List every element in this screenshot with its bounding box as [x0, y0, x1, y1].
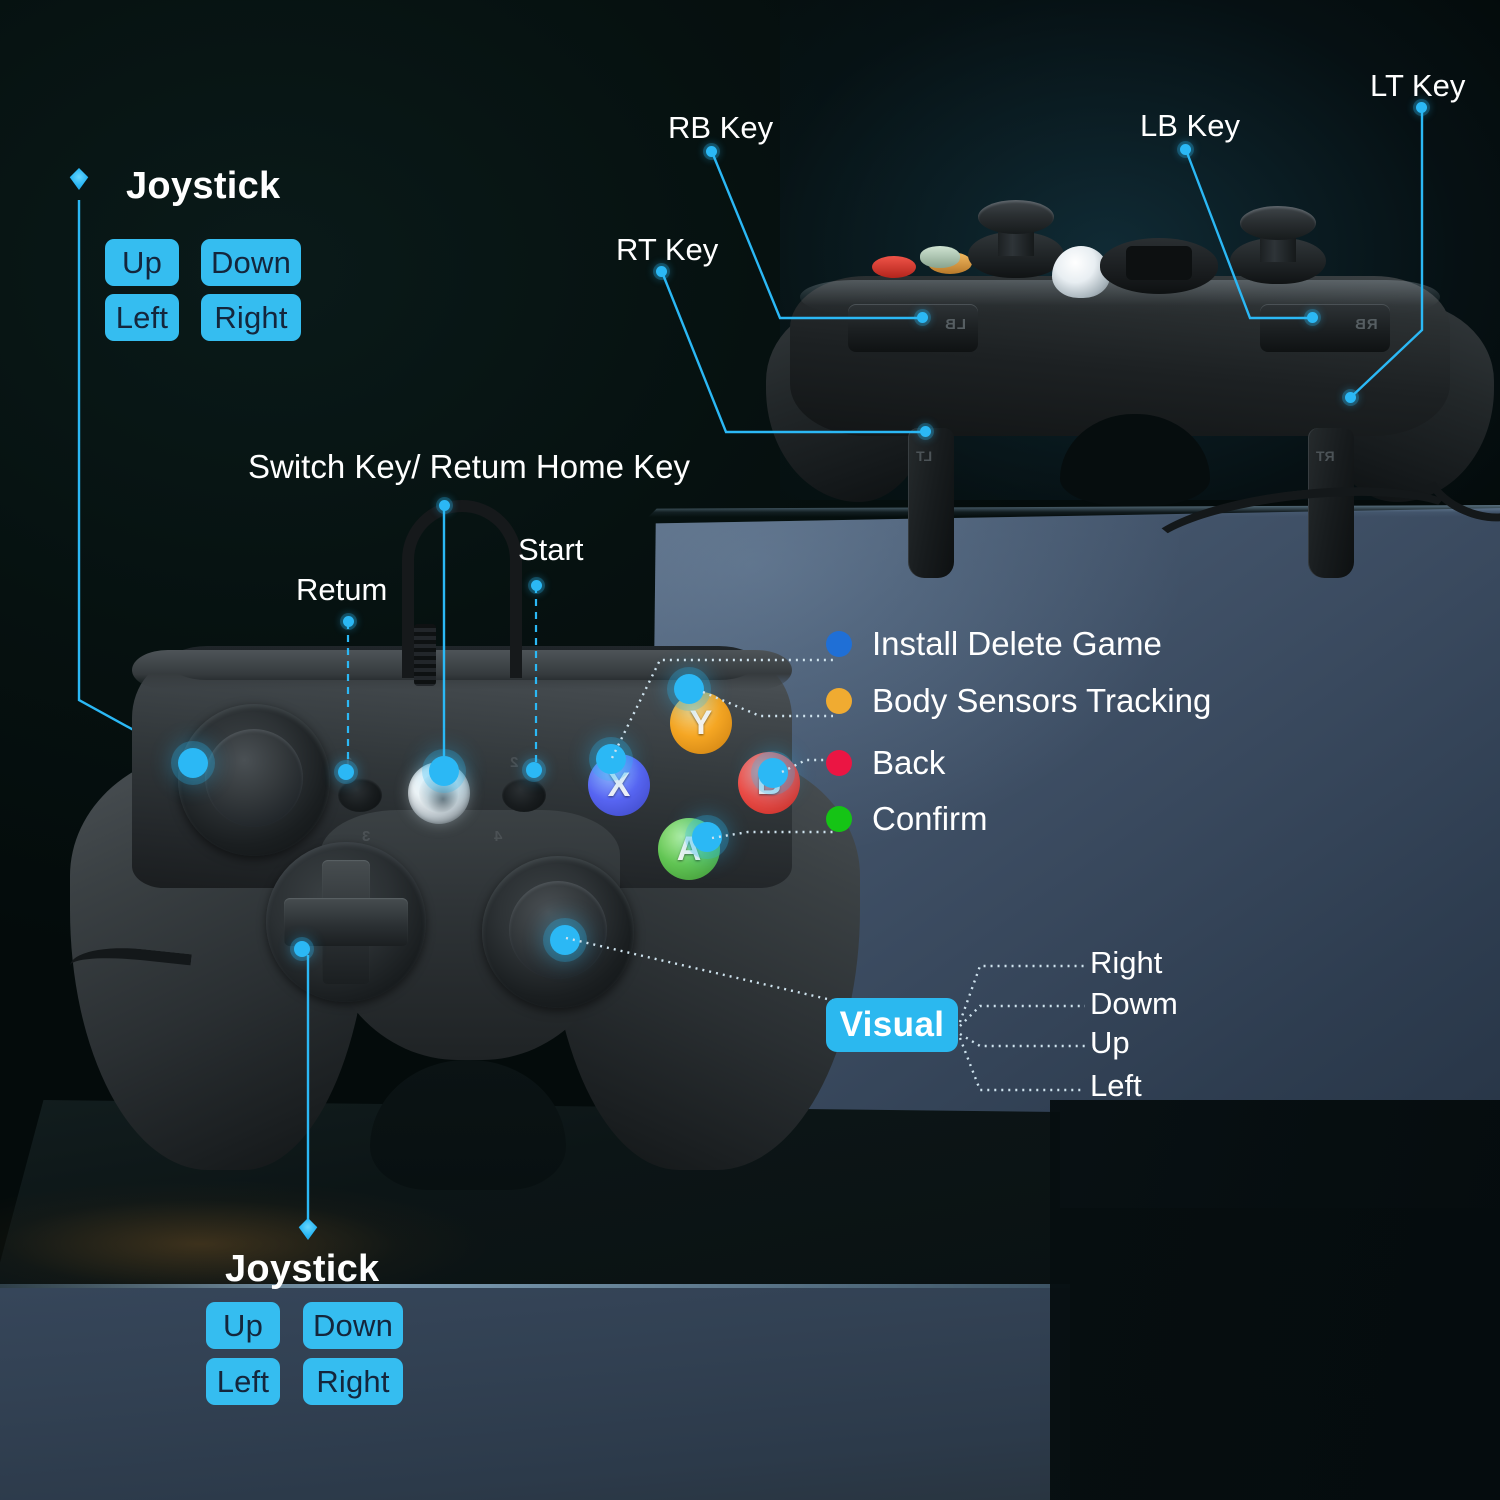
- chip-joystick-bottom-down[interactable]: Down: [303, 1302, 403, 1349]
- chip-joystick-bottom-up[interactable]: Up: [206, 1302, 280, 1349]
- chip-joystick-bottom-right[interactable]: Right: [303, 1358, 403, 1405]
- label-joystick-bottom: Joystick: [225, 1248, 380, 1290]
- infographic-canvas: LB RB LT RT RB Key RT Key LB Key LT Key …: [0, 0, 1500, 1500]
- chip-joystick-bottom-left[interactable]: Left: [206, 1358, 280, 1405]
